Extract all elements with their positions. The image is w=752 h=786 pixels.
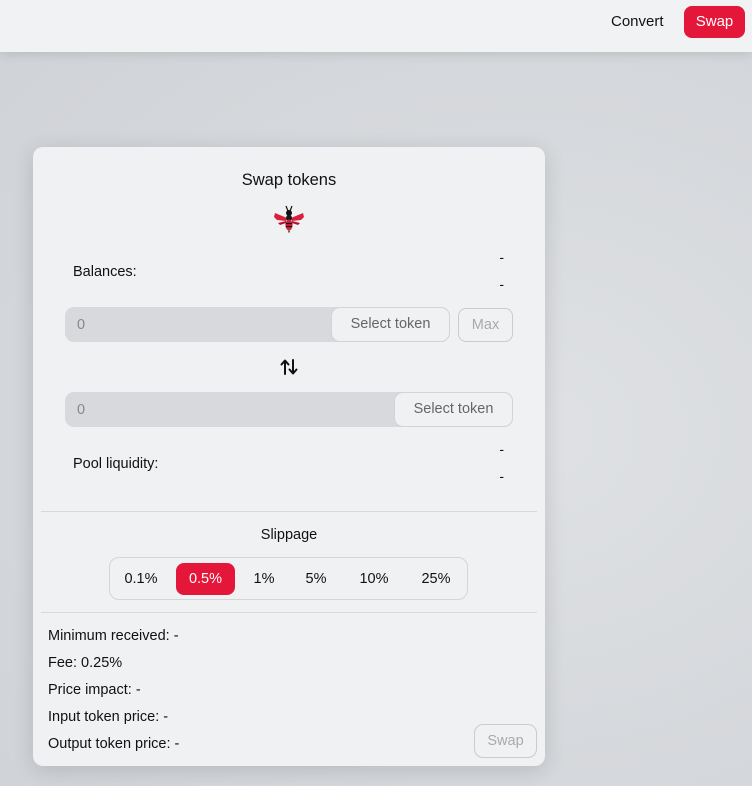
pool-liquidity-to-value: - [499, 468, 504, 484]
to-amount-input[interactable] [65, 392, 394, 427]
slippage-option-0.1[interactable]: 0.1% [116, 563, 166, 595]
slippage-option-25[interactable]: 25% [412, 563, 460, 595]
max-button[interactable]: Max [458, 308, 513, 342]
divider [41, 511, 537, 512]
pool-liquidity-label: Pool liquidity: [73, 456, 159, 472]
balance-from-value: - [499, 249, 504, 265]
slippage-option-1[interactable]: 1% [245, 563, 283, 595]
swap-arrows-icon[interactable] [280, 358, 298, 376]
swap-card: Swap tokens Balances: - - Select token M… [33, 147, 545, 766]
bee-logo-icon [274, 205, 304, 233]
pool-liquidity-from-value: - [499, 441, 504, 457]
card-title: Swap tokens [241, 171, 337, 189]
top-nav-bar: Convert Swap [0, 0, 752, 52]
output-token-price-text: Output token price: - [48, 736, 180, 752]
minimum-received-text: Minimum received: - [48, 628, 179, 644]
slippage-option-0.5[interactable]: 0.5% [176, 563, 235, 595]
slippage-options: 0.1% 0.5% 1% 5% 10% 25% [109, 557, 468, 600]
nav-swap-button[interactable]: Swap [684, 6, 745, 38]
to-select-token-button[interactable]: Select token [394, 392, 513, 427]
slippage-title: Slippage [260, 527, 318, 543]
balances-label: Balances: [73, 264, 137, 280]
price-impact-text: Price impact: - [48, 682, 141, 698]
swap-submit-button[interactable]: Swap [474, 724, 537, 758]
slippage-option-10[interactable]: 10% [350, 563, 398, 595]
divider [41, 612, 537, 613]
input-token-price-text: Input token price: - [48, 709, 169, 725]
balance-to-value: - [499, 276, 504, 292]
slippage-option-5[interactable]: 5% [296, 563, 336, 595]
fee-text: Fee: 0.25% [48, 655, 123, 671]
from-amount-field: Select token [65, 307, 450, 342]
to-amount-field: Select token [65, 392, 513, 427]
from-select-token-button[interactable]: Select token [331, 307, 450, 342]
nav-convert-link[interactable]: Convert [611, 6, 664, 38]
from-amount-input[interactable] [65, 307, 331, 342]
